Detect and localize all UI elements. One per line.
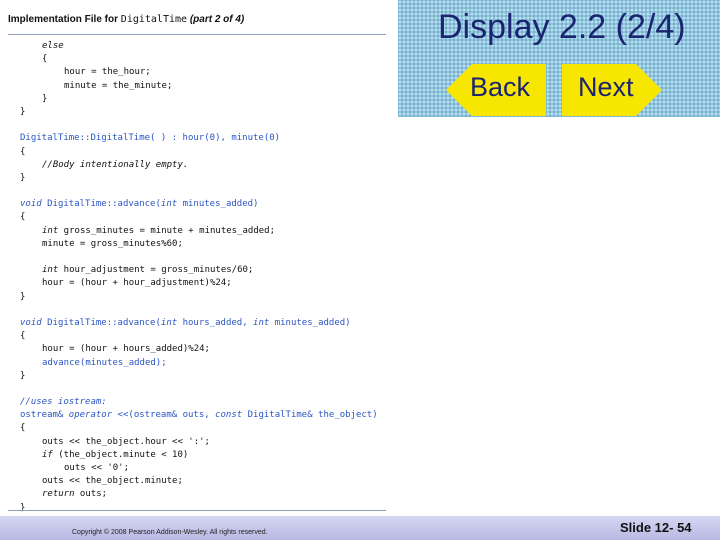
header-part: (part 2 of 4) — [189, 14, 245, 25]
code-text: hour_adjustment = gross_minutes/60; — [58, 265, 254, 276]
code-line: outs << '0'; — [64, 463, 130, 473]
code-line: } — [20, 370, 26, 381]
header-class-name: DigitalTime — [120, 14, 188, 25]
code-line: return outs; — [20, 488, 390, 501]
code-line: outs << the_object.hour << ':'; — [42, 436, 210, 447]
code-line: } — [20, 502, 26, 513]
code-keyword: void — [20, 199, 42, 210]
code-text: DigitalTime::advance( — [41, 317, 161, 328]
code-line: else — [42, 41, 64, 51]
code-keyword: return — [42, 489, 75, 500]
code-text: (the_object.minute < 10) — [52, 449, 189, 460]
code-line: advance(minutes_added); — [42, 357, 167, 368]
code-comment: //uses iostream: — [20, 397, 107, 408]
header-divider — [8, 34, 386, 35]
code-keyword: void — [20, 317, 42, 328]
code-text: DigitalTime& the_object) — [242, 410, 378, 421]
code-text: hours_added, — [177, 317, 254, 328]
code-line: { — [42, 54, 48, 65]
footer-bar — [0, 516, 720, 540]
slide-title: Display 2.2 (2/4) — [438, 8, 686, 46]
code-keyword: int — [42, 265, 59, 276]
code-line: minute = gross_minutes%60; — [42, 238, 183, 249]
code-listing: else { hour = the_hour; minute = the_min… — [20, 40, 390, 515]
code-line: } — [20, 291, 26, 302]
code-line: DigitalTime::DigitalTime( ) : hour(0), m… — [20, 133, 281, 144]
code-keyword: operator — [68, 410, 113, 421]
next-button-label: Next — [578, 72, 634, 102]
code-line: } — [20, 172, 26, 183]
code-text: minutes_added) — [269, 317, 351, 328]
footer-divider — [8, 510, 386, 511]
code-text: ostream& — [20, 410, 69, 421]
code-line: { — [20, 212, 26, 223]
code-line: int hour_adjustment = gross_minutes/60; — [20, 264, 390, 277]
code-keyword: if — [42, 449, 53, 460]
code-line: int gross_minutes = minute + minutes_add… — [20, 225, 390, 238]
code-comment: //Body intentionally empty. — [42, 159, 189, 170]
code-line: void DigitalTime::advance(int minutes_ad… — [20, 198, 390, 211]
code-line: outs << the_object.minute; — [42, 476, 183, 487]
code-line: { — [20, 423, 26, 434]
code-file-header: Implementation File for DigitalTime (par… — [8, 14, 386, 25]
code-line: } — [42, 93, 48, 104]
code-line: minute = the_minute; — [64, 80, 173, 91]
code-line: { — [20, 331, 26, 342]
code-text: outs; — [74, 489, 108, 500]
code-line: hour = (hour + hour_adjustment)%24; — [42, 278, 232, 289]
code-line: ostream& operator <<(ostream& outs, cons… — [20, 409, 390, 422]
code-keyword: int — [42, 225, 59, 236]
header-label: Implementation File for — [8, 14, 119, 25]
code-keyword: const — [215, 410, 243, 421]
slide-number: Slide 12- 54 — [620, 520, 692, 535]
code-line: if (the_object.minute < 10) — [20, 449, 390, 462]
code-keyword: int — [253, 317, 270, 328]
copyright-notice: Copyright © 2008 Pearson Addison-Wesley.… — [72, 529, 268, 536]
code-line: hour = the_hour; — [64, 67, 151, 78]
back-button-label: Back — [470, 72, 531, 102]
code-line: { — [20, 146, 26, 157]
code-text: gross_minutes = minute + minutes_added; — [58, 225, 276, 236]
code-keyword: int — [160, 199, 178, 210]
code-line: hour = (hour + hours_added)%24; — [42, 344, 210, 355]
code-line: void DigitalTime::advance(int hours_adde… — [20, 317, 390, 330]
code-text: DigitalTime::advance( — [41, 199, 161, 210]
code-text: minutes_added) — [177, 199, 259, 210]
code-text: <<(ostream& outs, — [112, 410, 216, 421]
code-line: } — [20, 106, 26, 117]
code-keyword: int — [160, 317, 178, 328]
